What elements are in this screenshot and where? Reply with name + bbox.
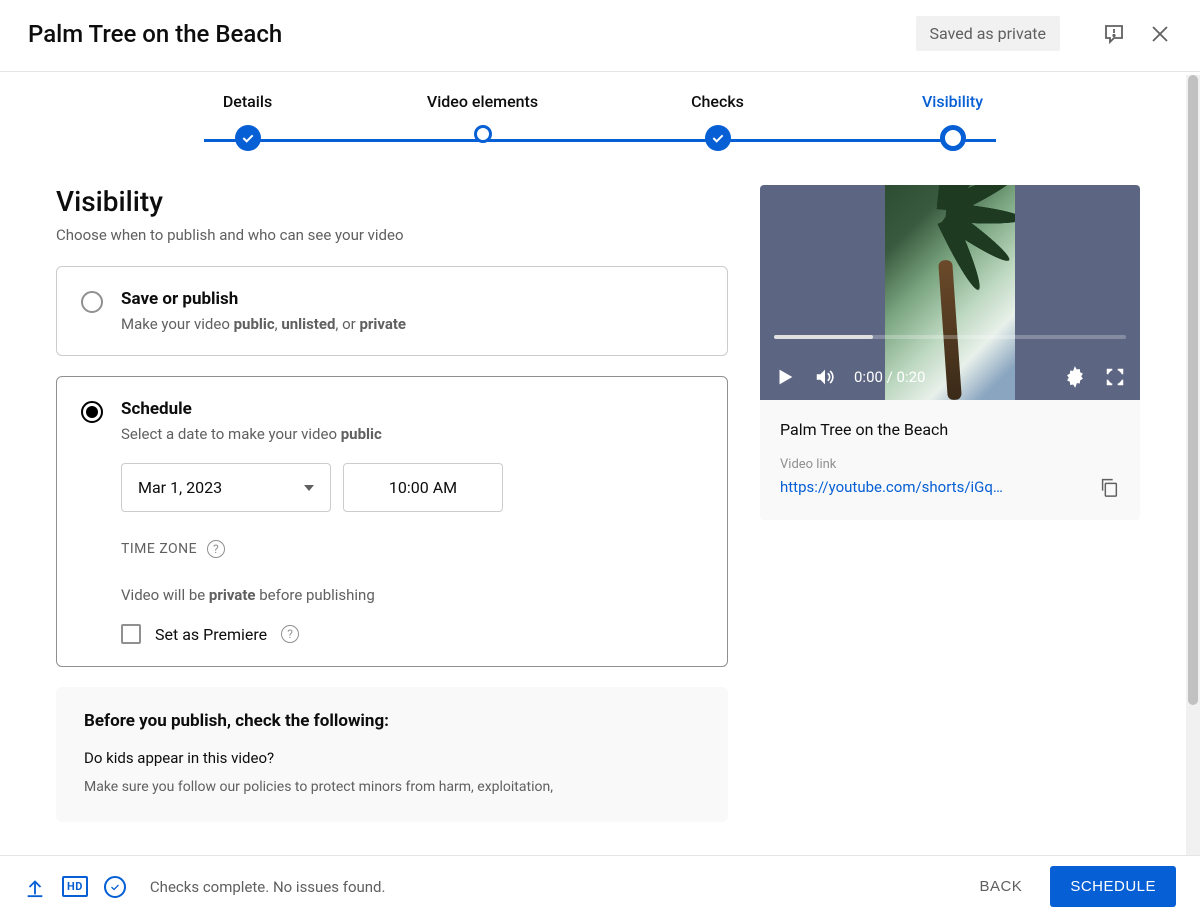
fullscreen-icon[interactable] xyxy=(1104,366,1126,388)
step-node xyxy=(474,125,492,143)
video-link-label: Video link xyxy=(780,457,1120,472)
step-label: Visibility xyxy=(922,92,983,111)
upload-stepper: Details Video elements Checks Visibility xyxy=(0,72,1200,161)
video-preview-card: 0:00 / 0:20 Palm Tree on the Beach Video… xyxy=(760,185,1140,520)
upload-status-icon xyxy=(24,876,46,898)
section-title: Visibility xyxy=(56,185,728,218)
help-icon[interactable]: ? xyxy=(207,540,225,558)
step-node-current xyxy=(940,125,966,151)
step-node-done xyxy=(705,125,731,151)
chevron-down-icon xyxy=(304,485,314,491)
radio-save-publish[interactable] xyxy=(81,291,103,313)
feedback-icon[interactable] xyxy=(1102,22,1126,46)
timezone-label: TIME ZONE xyxy=(121,541,197,557)
right-column: 0:00 / 0:20 Palm Tree on the Beach Video… xyxy=(760,185,1140,849)
schedule-button[interactable]: SCHEDULE xyxy=(1050,866,1176,907)
option-desc: Select a date to make your video public xyxy=(121,425,703,443)
timezone-row: TIME ZONE ? xyxy=(121,540,703,558)
progress-bar[interactable] xyxy=(774,335,1126,339)
info-question: Do kids appear in this video? xyxy=(84,749,700,767)
video-title: Palm Tree on the Beach xyxy=(28,20,916,48)
left-column: Visibility Choose when to publish and wh… xyxy=(56,185,728,849)
hd-badge: HD xyxy=(62,876,88,897)
play-icon[interactable] xyxy=(774,366,796,388)
option-title: Save or publish xyxy=(121,289,703,309)
help-icon[interactable]: ? xyxy=(281,625,299,643)
playback-time: 0:00 / 0:20 xyxy=(854,368,925,386)
volume-icon[interactable] xyxy=(814,366,836,388)
date-value: Mar 1, 2023 xyxy=(138,478,222,497)
radio-body: Schedule Select a date to make your vide… xyxy=(121,399,703,644)
premiere-row: Set as Premiere ? xyxy=(121,624,703,644)
step-label: Video elements xyxy=(427,92,538,111)
step-node-done xyxy=(235,125,261,151)
back-button[interactable]: BACK xyxy=(967,868,1034,905)
step-details[interactable]: Details xyxy=(130,92,365,151)
step-video-elements[interactable]: Video elements xyxy=(365,92,600,143)
step-label: Details xyxy=(223,92,272,111)
schedule-time-picker[interactable]: 10:00 AM xyxy=(343,463,503,512)
info-title: Before you publish, check the following: xyxy=(84,711,700,731)
info-paragraph: Make sure you follow our policies to pro… xyxy=(84,777,700,798)
content-area: Visibility Choose when to publish and wh… xyxy=(0,161,1200,849)
option-desc: Make your video public, unlisted, or pri… xyxy=(121,315,703,333)
settings-icon[interactable] xyxy=(1064,366,1086,388)
radio-body: Save or publish Make your video public, … xyxy=(121,289,703,333)
saved-status-badge: Saved as private xyxy=(916,16,1061,51)
video-link-row: https://youtube.com/shorts/iGq… xyxy=(780,476,1120,498)
schedule-date-picker[interactable]: Mar 1, 2023 xyxy=(121,463,331,512)
step-label: Checks xyxy=(691,92,744,111)
option-title: Schedule xyxy=(121,399,703,419)
video-player[interactable]: 0:00 / 0:20 xyxy=(760,185,1140,400)
preview-meta: Palm Tree on the Beach Video link https:… xyxy=(760,400,1140,520)
dialog-footer: HD Checks complete. No issues found. BAC… xyxy=(0,855,1200,917)
before-publish-card: Before you publish, check the following:… xyxy=(56,687,728,822)
copy-icon[interactable] xyxy=(1098,476,1120,498)
private-note: Video will be private before publishing xyxy=(121,586,703,604)
close-icon[interactable] xyxy=(1148,22,1172,46)
checks-done-icon xyxy=(104,876,126,898)
scrollbar[interactable] xyxy=(1186,75,1200,855)
premiere-label: Set as Premiere xyxy=(155,625,267,644)
video-link-url[interactable]: https://youtube.com/shorts/iGq… xyxy=(780,478,1088,496)
schedule-inputs: Mar 1, 2023 10:00 AM xyxy=(121,463,703,512)
schedule-card: Schedule Select a date to make your vide… xyxy=(56,376,728,667)
scrollbar-thumb[interactable] xyxy=(1188,75,1198,705)
save-or-publish-card[interactable]: Save or publish Make your video public, … xyxy=(56,266,728,356)
section-subtitle: Choose when to publish and who can see y… xyxy=(56,226,728,244)
footer-status-text: Checks complete. No issues found. xyxy=(150,878,952,896)
dialog-header: Palm Tree on the Beach Saved as private xyxy=(0,0,1200,72)
video-controls: 0:00 / 0:20 xyxy=(760,354,1140,400)
time-value: 10:00 AM xyxy=(389,478,457,497)
preview-video-title: Palm Tree on the Beach xyxy=(780,420,1120,439)
radio-schedule[interactable] xyxy=(81,401,103,423)
step-checks[interactable]: Checks xyxy=(600,92,835,151)
step-visibility[interactable]: Visibility xyxy=(835,92,1070,151)
premiere-checkbox[interactable] xyxy=(121,624,141,644)
progress-fill xyxy=(774,335,873,339)
